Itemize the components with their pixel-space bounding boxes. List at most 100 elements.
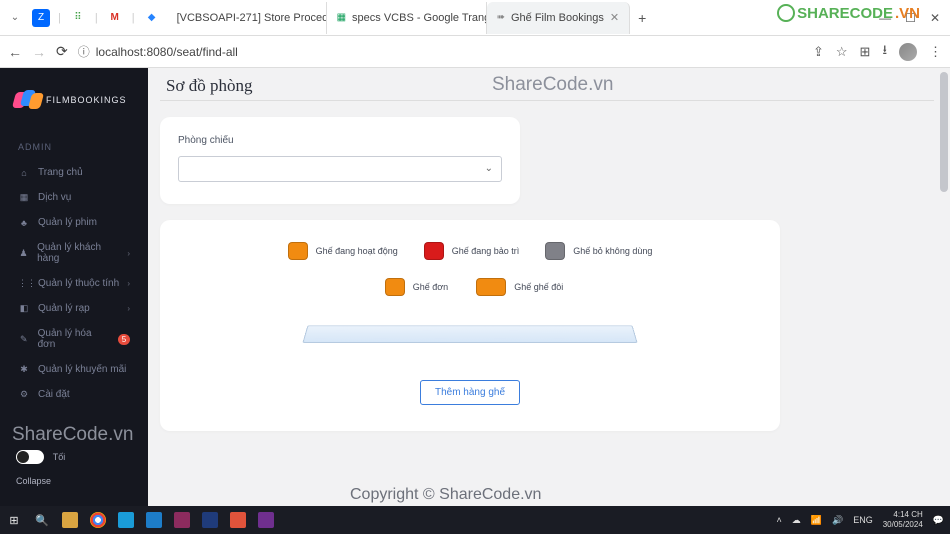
search-icon[interactable]: 🔍: [28, 506, 56, 534]
windows-taskbar: ⊞ 🔍 ˄ ☁ 📶 🔊 ENG 4:14 CH 30/05/2024 💬: [0, 506, 950, 534]
chevron-down-icon[interactable]: ⌄: [6, 9, 24, 27]
download-icon[interactable]: ⭳: [882, 41, 887, 63]
pinned-app-icon[interactable]: [168, 506, 196, 534]
legend-swatch-unused: [545, 242, 565, 260]
pinned-app-icon[interactable]: [196, 506, 224, 534]
notifications-icon[interactable]: 💬: [933, 515, 944, 526]
room-field-label: Phòng chiếu: [178, 135, 502, 146]
cinema-screen: [302, 325, 637, 343]
pinned-app-icon[interactable]: [252, 506, 280, 534]
close-window-icon[interactable]: ✕: [930, 11, 940, 25]
close-icon[interactable]: ✕: [610, 11, 619, 24]
main-content: Sơ đồ phòng Phòng chiếu ⌄ Ghế đang hoạt …: [148, 68, 950, 506]
speaker-icon[interactable]: 🔊: [832, 515, 843, 526]
add-row-button[interactable]: Thêm hàng ghế: [420, 380, 520, 405]
legend-label: Ghế ghế đôi: [514, 282, 563, 292]
browser-tab[interactable]: ▦ specs VCBS - Google Trang tính ✕: [327, 2, 487, 34]
sidebar-item-cinemas[interactable]: ◧ Quản lý rạp ›: [0, 296, 148, 321]
promo-icon: ✱: [18, 364, 30, 375]
new-tab-button[interactable]: +: [630, 10, 654, 26]
dark-mode-toggle[interactable]: [16, 450, 44, 464]
minimize-icon[interactable]: —: [879, 11, 891, 25]
sidebar-item-films[interactable]: ♣ Quản lý phim: [0, 210, 148, 235]
chevron-down-icon: ⌄: [485, 163, 493, 174]
forward-icon[interactable]: →: [32, 44, 46, 60]
clock[interactable]: 4:14 CH 30/05/2024: [883, 510, 923, 530]
browser-tab-active[interactable]: ➠ Ghế Film Bookings ✕: [487, 2, 631, 34]
pinned-app-icon[interactable]: [140, 506, 168, 534]
sidebar-item-label: Quản lý rạp: [38, 303, 90, 314]
browser-tab-strip: ⌄ Z | ⠿ | M | ◆ [VCBSOAPI-271] Store Pro…: [0, 0, 950, 36]
sidebar-item-home[interactable]: ⌂ Trang chủ: [0, 160, 148, 185]
gear-icon: ⚙: [18, 389, 30, 400]
pinned-app-icon[interactable]: [112, 506, 140, 534]
chevron-right-icon: ›: [127, 249, 130, 258]
fetch-icon[interactable]: ⇪: [813, 44, 824, 60]
legend-label: Ghế đơn: [413, 282, 448, 292]
legend-label: Ghế đang hoạt động: [316, 246, 398, 256]
chrome-icon[interactable]: [84, 506, 112, 534]
wifi-icon[interactable]: 📶: [811, 515, 822, 526]
sidebar-item-invoices[interactable]: ✎ Quản lý hóa đơn 5: [0, 321, 148, 357]
sidebar-item-settings[interactable]: ⚙ Cài đặt: [0, 382, 148, 407]
services-icon: ▦: [18, 192, 30, 203]
address-bar[interactable]: ⓘ localhost:8080/seat/find-all: [78, 43, 803, 60]
chevron-right-icon: ›: [127, 304, 130, 313]
legend-swatch-double: [476, 278, 506, 296]
home-icon: ⌂: [18, 168, 30, 178]
sidebar-item-label: Cài đặt: [38, 389, 70, 400]
tab-label: Ghế Film Bookings: [511, 12, 604, 24]
profile-avatar[interactable]: [899, 43, 917, 61]
sidebar-item-promotions[interactable]: ✱Quản lý khuyến mãi: [0, 357, 148, 382]
kebab-menu-icon[interactable]: ⋮: [929, 44, 942, 60]
site-info-icon[interactable]: ⓘ: [78, 43, 90, 60]
sidebar-item-label: Quản lý khách hàng: [37, 242, 119, 264]
browser-tab[interactable]: [VCBSOAPI-271] Store Procedu... ✕: [167, 2, 327, 34]
tab-label: [VCBSOAPI-271] Store Procedu...: [177, 12, 327, 24]
tab-label: specs VCBS - Google Trang tính: [352, 12, 487, 24]
tray-chevron-up-icon[interactable]: ˄: [777, 515, 782, 525]
film-icon: ♣: [18, 218, 30, 228]
pinned-app-icon[interactable]: [224, 506, 252, 534]
sidebar-item-customers[interactable]: ♟ Quản lý khách hàng ›: [0, 235, 148, 271]
badge-count: 5: [118, 334, 130, 345]
brand-text: FILMBOOKINGS: [46, 95, 127, 105]
brand-logo[interactable]: FILMBOOKINGS: [0, 78, 148, 128]
attributes-icon: ⋮⋮: [18, 278, 30, 289]
sidebar-item-label: Quản lý phim: [38, 217, 97, 228]
language-indicator[interactable]: ENG: [853, 515, 873, 525]
sidebar-item-label: Dịch vụ: [38, 192, 71, 203]
app-icon[interactable]: ⠿: [69, 9, 87, 27]
maximize-icon[interactable]: ☐: [905, 11, 916, 25]
reload-icon[interactable]: ⟳: [56, 43, 68, 60]
gmail-icon[interactable]: M: [106, 9, 124, 27]
sidebar: FILMBOOKINGS ADMIN ⌂ Trang chủ ▦ Dịch vụ ♣…: [0, 68, 148, 506]
time-text: 4:14 CH: [883, 510, 923, 520]
extensions-icon[interactable]: ⊞: [860, 44, 871, 60]
date-text: 30/05/2024: [883, 520, 923, 530]
invoice-icon: ✎: [18, 334, 30, 345]
menu-section-header: ADMIN: [0, 128, 148, 160]
collapse-button[interactable]: Collapse: [16, 476, 132, 486]
sidebar-item-label: Quản lý thuộc tính: [38, 278, 119, 289]
legend-label: Ghế đang bảo trì: [452, 246, 520, 256]
back-icon[interactable]: ←: [8, 44, 22, 60]
cloud-icon[interactable]: ☁: [792, 515, 801, 526]
jira-icon[interactable]: ◆: [143, 9, 161, 27]
cinema-icon: ◧: [18, 303, 30, 314]
app-icon[interactable]: Z: [32, 9, 50, 27]
sidebar-item-label: Quản lý hóa đơn: [38, 328, 110, 350]
legend-row-type: Ghế đơn Ghế ghế đôi: [190, 278, 750, 296]
room-select-panel: Phòng chiếu ⌄: [160, 117, 520, 204]
scrollbar-vertical[interactable]: [940, 72, 948, 192]
url-text: localhost:8080/seat/find-all: [96, 45, 238, 59]
room-select[interactable]: ⌄: [178, 156, 502, 182]
users-icon: ♟: [18, 248, 29, 259]
sidebar-item-label: Trang chủ: [38, 167, 83, 178]
explorer-icon[interactable]: [56, 506, 84, 534]
bookmark-icon[interactable]: ☆: [836, 44, 848, 60]
start-button[interactable]: ⊞: [0, 506, 28, 534]
sidebar-item-attributes[interactable]: ⋮⋮Quản lý thuộc tính›: [0, 271, 148, 296]
page-title: Sơ đồ phòng: [160, 74, 934, 101]
sidebar-item-services[interactable]: ▦ Dịch vụ: [0, 185, 148, 210]
